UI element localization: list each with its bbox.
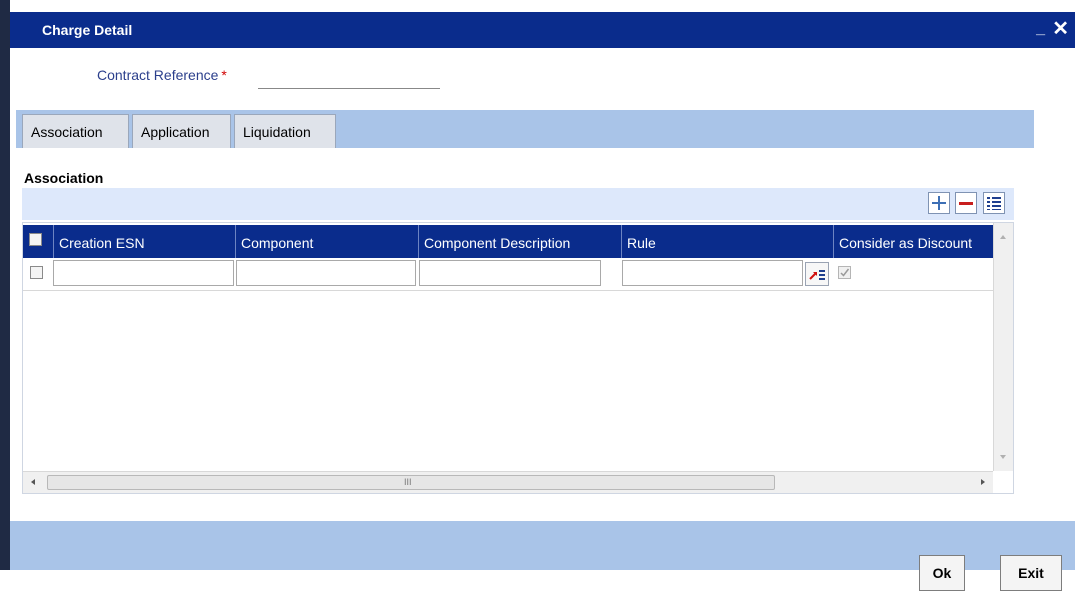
minus-icon bbox=[959, 202, 973, 205]
horizontal-scrollbar[interactable]: III bbox=[23, 471, 993, 493]
section-title: Association bbox=[24, 170, 104, 186]
plus-icon bbox=[932, 196, 946, 210]
list-icon bbox=[987, 197, 1001, 210]
consider-as-discount-checkbox[interactable] bbox=[838, 266, 851, 279]
grid-toolbar bbox=[22, 188, 1014, 220]
lov-icon bbox=[809, 270, 825, 280]
title-bar: Charge Detail _ ✕ bbox=[10, 12, 1075, 48]
window-left-edge bbox=[0, 0, 10, 570]
scroll-right-icon[interactable] bbox=[977, 472, 989, 492]
required-marker: * bbox=[221, 67, 227, 83]
contract-reference-input[interactable] bbox=[258, 66, 440, 89]
footer-bar bbox=[10, 521, 1075, 570]
scroll-grip: III bbox=[404, 477, 412, 487]
column-header-creation-esn[interactable]: Creation ESN bbox=[53, 225, 235, 258]
delete-row-button[interactable] bbox=[955, 192, 977, 214]
component-input[interactable] bbox=[236, 260, 416, 286]
close-icon[interactable]: ✕ bbox=[1052, 16, 1069, 41]
exit-button[interactable]: Exit bbox=[1000, 555, 1062, 591]
rule-lov-button[interactable] bbox=[805, 262, 829, 286]
select-all-checkbox[interactable] bbox=[29, 233, 42, 246]
tab-association[interactable]: Association bbox=[22, 114, 129, 148]
column-header-component[interactable]: Component bbox=[235, 225, 418, 258]
window-title: Charge Detail bbox=[42, 22, 133, 38]
tab-liquidation[interactable]: Liquidation bbox=[234, 114, 336, 148]
column-header-rule[interactable]: Rule bbox=[621, 225, 833, 258]
ok-button[interactable]: Ok bbox=[919, 555, 965, 591]
contract-reference-label-text: Contract Reference bbox=[97, 67, 219, 83]
check-icon bbox=[840, 268, 850, 277]
tab-bar: Association Application Liquidation bbox=[16, 110, 1034, 148]
scroll-left-icon[interactable] bbox=[27, 472, 39, 492]
rule-input[interactable] bbox=[622, 260, 803, 286]
contract-reference-label: Contract Reference * bbox=[97, 67, 227, 83]
component-description-input[interactable] bbox=[419, 260, 601, 286]
minimize-icon[interactable]: _ bbox=[1036, 20, 1045, 38]
add-row-button[interactable] bbox=[928, 192, 950, 214]
column-header-component-description[interactable]: Component Description bbox=[418, 225, 621, 258]
grid-header: Creation ESN Component Component Descrip… bbox=[23, 225, 993, 258]
single-view-button[interactable] bbox=[983, 192, 1005, 214]
column-header-consider-as-discount[interactable]: Consider as Discount bbox=[833, 225, 993, 258]
vertical-scrollbar[interactable] bbox=[993, 223, 1013, 471]
creation-esn-input[interactable] bbox=[53, 260, 234, 286]
horizontal-scroll-thumb[interactable]: III bbox=[47, 475, 775, 490]
scroll-arrows-icon bbox=[1000, 235, 1006, 459]
table-row bbox=[23, 258, 993, 291]
row-select-checkbox[interactable] bbox=[30, 266, 43, 279]
tab-application[interactable]: Application bbox=[132, 114, 231, 148]
association-grid: Creation ESN Component Component Descrip… bbox=[22, 222, 1014, 494]
